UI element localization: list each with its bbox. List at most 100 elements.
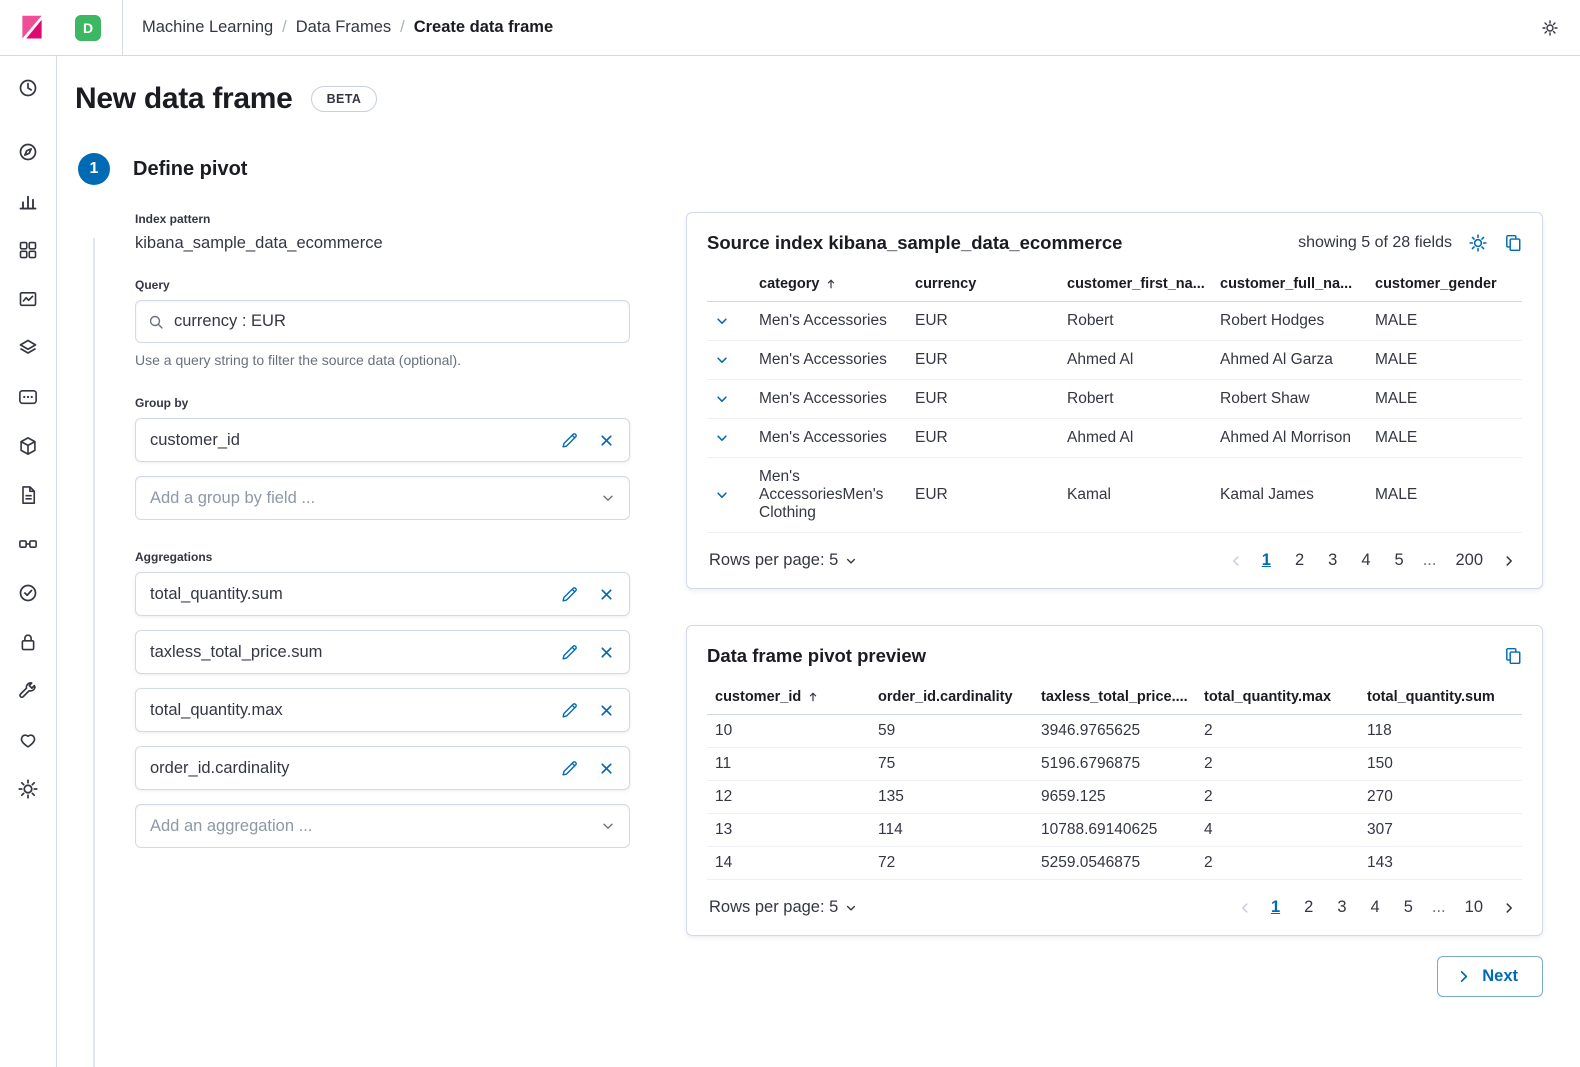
column-header-customer-first-name[interactable]: customer_first_na...: [1059, 267, 1212, 302]
sidebar-item-apm[interactable]: [8, 524, 48, 564]
sidebar-item-monitoring[interactable]: [8, 720, 48, 760]
sidebar-item-visualize[interactable]: [8, 181, 48, 221]
page-number[interactable]: 1: [1262, 895, 1289, 920]
kibana-logo-icon[interactable]: [18, 14, 46, 42]
search-input[interactable]: [174, 312, 617, 331]
sidebar-item-dev-tools[interactable]: [8, 671, 48, 711]
column-header-customer-id[interactable]: customer_id: [707, 680, 870, 715]
column-header-customer-full-name[interactable]: customer_full_na...: [1212, 267, 1367, 302]
add-group-by-select[interactable]: Add a group by field ...: [135, 476, 630, 520]
copy-to-clipboard-button[interactable]: [1504, 647, 1522, 665]
compass-icon: [19, 143, 37, 161]
cell-gender: MALE: [1367, 379, 1522, 419]
cell-category: Men's Accessories: [751, 379, 907, 419]
sidebar-item-maps[interactable]: [8, 328, 48, 368]
add-aggregation-select[interactable]: Add an aggregation ...: [135, 804, 630, 848]
edit-group-by-button[interactable]: [561, 432, 578, 449]
edit-aggregation-button[interactable]: [561, 702, 578, 719]
page-number[interactable]: 4: [1362, 895, 1389, 920]
page-number[interactable]: 4: [1352, 548, 1379, 573]
page-number[interactable]: 200: [1446, 548, 1492, 573]
remove-aggregation-button[interactable]: [598, 760, 615, 777]
page-ellipsis: ...: [1422, 551, 1437, 569]
pagination: 1 2 3 4 5 ... 200: [1225, 548, 1520, 573]
edit-aggregation-button[interactable]: [561, 586, 578, 603]
cell-total-quantity-max: 2: [1196, 747, 1359, 781]
sidebar-item-canvas[interactable]: [8, 279, 48, 319]
group-by-item: customer_id: [135, 418, 630, 462]
page-number[interactable]: 3: [1319, 548, 1346, 573]
page-ellipsis: ...: [1431, 898, 1446, 916]
sidebar-item-siem[interactable]: [8, 622, 48, 662]
sidebar-item-discover[interactable]: [8, 132, 48, 172]
step-number-badge: 1: [78, 153, 110, 185]
breadcrumb: Machine Learning / Data Frames / Create …: [142, 18, 553, 37]
table-row: 12 135 9659.125 2 270: [707, 780, 1522, 814]
row-expand-button[interactable]: [715, 314, 743, 328]
sidebar-item-machine-learning[interactable]: [8, 377, 48, 417]
column-header-category[interactable]: category: [751, 267, 907, 302]
column-header-order-id-cardinality[interactable]: order_id.cardinality: [870, 680, 1033, 715]
sidebar-item-logs[interactable]: [8, 475, 48, 515]
cell-total-quantity-sum: 143: [1359, 846, 1522, 880]
cell-gender: MALE: [1367, 457, 1522, 533]
sidebar-item-infrastructure[interactable]: [8, 426, 48, 466]
page-number[interactable]: 2: [1295, 895, 1322, 920]
prev-page-button[interactable]: [1225, 550, 1247, 572]
copy-to-clipboard-button[interactable]: [1504, 234, 1522, 252]
canvas-icon: [19, 291, 37, 307]
header-settings-button[interactable]: [1542, 19, 1558, 36]
rows-per-page-select[interactable]: Rows per page: 5: [709, 898, 857, 917]
sidebar-item-recent[interactable]: [8, 68, 48, 108]
cell-total-quantity-sum: 270: [1359, 780, 1522, 814]
sidebar-item-management[interactable]: [8, 769, 48, 809]
gear-icon: [1542, 19, 1558, 36]
next-button[interactable]: Next: [1437, 956, 1543, 997]
space-badge[interactable]: D: [75, 14, 101, 41]
cell-full-name: Ahmed Al Morrison: [1212, 418, 1367, 458]
remove-group-by-button[interactable]: [598, 432, 615, 449]
edit-aggregation-button[interactable]: [561, 760, 578, 777]
row-expand-button[interactable]: [715, 488, 743, 502]
close-icon: [601, 762, 612, 774]
remove-aggregation-button[interactable]: [598, 586, 615, 603]
breadcrumb-data-frames[interactable]: Data Frames: [296, 18, 391, 37]
remove-aggregation-button[interactable]: [598, 644, 615, 661]
cell-currency: EUR: [907, 379, 1059, 419]
sidebar-item-dashboard[interactable]: [8, 230, 48, 270]
row-expand-button[interactable]: [715, 353, 743, 367]
chevron-down-icon: [603, 823, 613, 829]
prev-page-button[interactable]: [1234, 897, 1256, 919]
column-header-currency[interactable]: currency: [907, 267, 1059, 302]
edit-aggregation-button[interactable]: [561, 644, 578, 661]
next-page-button[interactable]: [1498, 550, 1520, 572]
cell-total-quantity-sum: 118: [1359, 714, 1522, 748]
row-expand-button[interactable]: [715, 431, 743, 445]
column-header-total-quantity-max[interactable]: total_quantity.max: [1196, 680, 1359, 715]
chevron-down-icon: [717, 492, 727, 498]
page-number[interactable]: 2: [1286, 548, 1313, 573]
page-number[interactable]: 10: [1456, 895, 1492, 920]
row-expand-button[interactable]: [715, 392, 743, 406]
column-header-customer-gender[interactable]: customer_gender: [1367, 267, 1522, 302]
sort-asc-icon: [828, 279, 835, 289]
breadcrumb-machine-learning[interactable]: Machine Learning: [142, 18, 273, 37]
rows-per-page-select[interactable]: Rows per page: 5: [709, 551, 857, 570]
page-number[interactable]: 5: [1395, 895, 1422, 920]
table-row: Men's Accessories EUR Ahmed Al Ahmed Al …: [707, 340, 1522, 380]
cell-taxless-total-price: 3946.9765625: [1033, 714, 1196, 748]
pencil-icon: [562, 702, 577, 718]
sidebar-item-uptime[interactable]: [8, 573, 48, 613]
next-page-button[interactable]: [1498, 897, 1520, 919]
page-number[interactable]: 5: [1386, 548, 1413, 573]
page-number[interactable]: 1: [1253, 548, 1280, 573]
query-label: Query: [135, 278, 170, 292]
sort-asc-icon: [810, 692, 817, 702]
column-header-taxless-total-price[interactable]: taxless_total_price....: [1033, 680, 1196, 715]
column-settings-button[interactable]: [1469, 234, 1487, 252]
remove-aggregation-button[interactable]: [598, 702, 615, 719]
column-header-total-quantity-sum[interactable]: total_quantity.sum: [1359, 680, 1522, 715]
page-number[interactable]: 3: [1328, 895, 1355, 920]
cell-currency: EUR: [907, 301, 1059, 341]
table-row: Men's Accessories EUR Robert Robert Shaw…: [707, 379, 1522, 419]
